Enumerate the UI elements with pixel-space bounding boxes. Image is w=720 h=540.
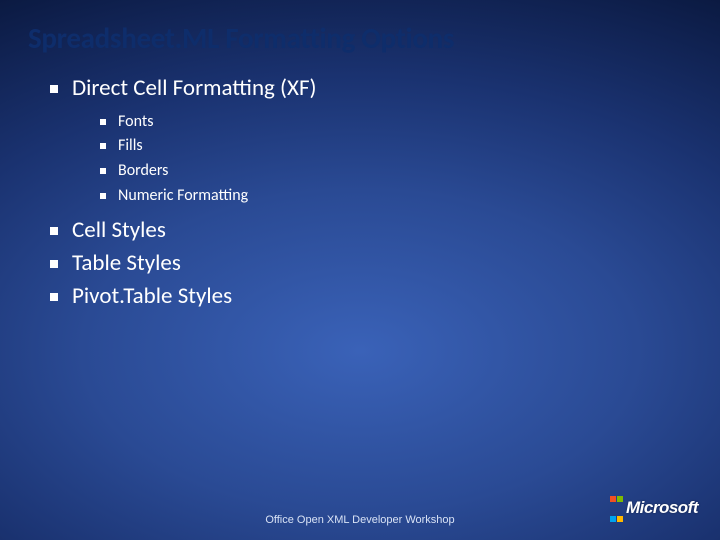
list-item: Direct Cell Formatting (XF) Fonts Fills … bbox=[50, 74, 720, 206]
list-item-label: Pivot.Table Styles bbox=[72, 282, 232, 310]
list-item: Numeric Formatting bbox=[100, 185, 720, 207]
list-item-label: Direct Cell Formatting (XF) bbox=[72, 74, 317, 102]
list-item-label: Table Styles bbox=[72, 249, 181, 277]
list-item: Pivot.Table Styles bbox=[50, 282, 720, 311]
list-item: Fonts bbox=[100, 111, 720, 133]
microsoft-logo: Microsoft bbox=[609, 488, 698, 528]
list-item: Borders bbox=[100, 160, 720, 182]
bullet-list-level1: Direct Cell Formatting (XF) Fonts Fills … bbox=[50, 74, 720, 310]
microsoft-flag-icon bbox=[609, 487, 623, 527]
list-item: Fills bbox=[100, 135, 720, 157]
logo-text: Microsoft bbox=[626, 498, 698, 517]
list-item-label: Borders bbox=[118, 161, 168, 180]
list-item-label: Cell Styles bbox=[72, 216, 166, 244]
slide-title: Spreadsheet.ML Formatting Options bbox=[0, 20, 720, 74]
list-item-label: Fills bbox=[118, 136, 143, 155]
list-item-label: Fonts bbox=[118, 112, 153, 131]
list-item: Cell Styles bbox=[50, 216, 720, 245]
list-item-label: Numeric Formatting bbox=[118, 186, 248, 205]
slide-content: Direct Cell Formatting (XF) Fonts Fills … bbox=[0, 74, 720, 310]
list-item: Table Styles bbox=[50, 249, 720, 278]
slide: Spreadsheet.ML Formatting Options Direct… bbox=[0, 0, 720, 540]
bullet-list-level2: Fonts Fills Borders Numeric Formatting bbox=[100, 111, 720, 206]
